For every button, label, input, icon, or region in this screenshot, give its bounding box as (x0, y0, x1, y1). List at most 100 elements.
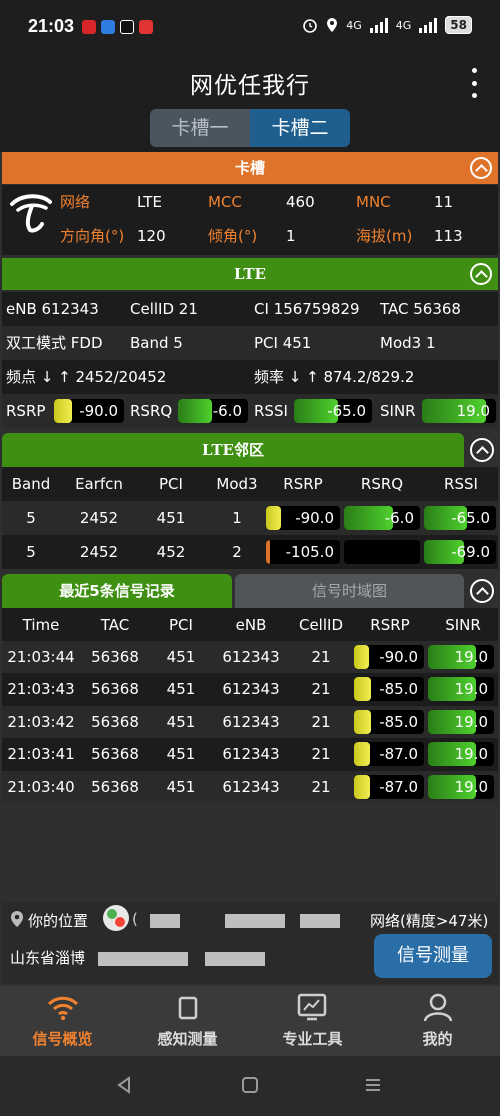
perception-icon (178, 996, 198, 1020)
record-rsrp-value: -87.0 (379, 745, 418, 764)
app-notification-icon (82, 20, 96, 34)
column-header: PCI (159, 475, 183, 493)
collapse-icon[interactable] (470, 438, 494, 462)
mnc-value: 11 (434, 193, 454, 211)
neighbor-pci: 452 (156, 543, 186, 561)
wifi-signal-icon (47, 996, 79, 1021)
nav-signal-overview[interactable]: 信号概览 (0, 986, 125, 1056)
record-sinr-value: 19.0 (454, 712, 488, 731)
recents-icon[interactable] (364, 1076, 382, 1094)
record-tac: 56368 (91, 680, 139, 699)
app-notification-icon (101, 20, 115, 34)
neighbor-earfcn: 2452 (79, 543, 119, 561)
record-rsrp-fill (354, 709, 371, 734)
neighbor-rssi-meter: -69.0 (424, 540, 496, 564)
nav-label: 感知测量 (157, 1030, 218, 1048)
record-cellid: 21 (311, 777, 331, 796)
tilt-value: 1 (286, 227, 296, 245)
record-tac: 56368 (91, 777, 139, 796)
record-cellid: 21 (311, 648, 331, 666)
record-rsrp-meter: -87.0 (354, 742, 424, 767)
system-nav-bar (0, 1056, 500, 1116)
tab-time-domain[interactable]: 信号时域图 (235, 574, 464, 608)
record-cellid: 21 (311, 680, 331, 699)
redacted-coordinates (225, 914, 285, 928)
network-label: 网络 (60, 193, 91, 211)
neighbor-rsrq-value: -6.0 (384, 509, 414, 527)
rsrp-label: RSRP (6, 402, 46, 420)
column-header: Band (11, 475, 51, 493)
record-rsrp-meter: -85.0 (354, 709, 424, 734)
column-header: eNB (235, 616, 267, 634)
record-pci: 451 (166, 712, 196, 731)
nav-label: 信号概览 (32, 1030, 93, 1048)
neighbor-rsrq-meter (344, 540, 420, 564)
tab-recent-records[interactable]: 最近5条信号记录 (2, 574, 232, 608)
neighbor-mod3: 1 (232, 509, 242, 527)
record-tac: 56368 (91, 712, 139, 731)
altitude-value: 113 (434, 227, 463, 245)
tac-value: TAC 56368 (380, 300, 461, 318)
redacted-address (98, 952, 188, 966)
sim-section-title: 卡槽 (234, 159, 265, 177)
record-rsrp-value: -85.0 (379, 680, 418, 699)
table-row: 21:03:40 56368 451 612343 21 -87.0 19.0 (2, 770, 498, 803)
neighbor-rsrp-fill (266, 506, 281, 530)
record-sinr-meter: 19.0 (428, 742, 494, 767)
record-sinr-value: 19.0 (454, 680, 488, 699)
neighbor-section-header[interactable]: LTE邻区 (2, 433, 464, 467)
neighbor-rssi-meter: -65.0 (424, 506, 496, 530)
collapse-icon[interactable] (470, 157, 492, 179)
neighbor-mod3: 2 (232, 543, 242, 561)
band-value: Band 5 (130, 334, 183, 352)
record-sinr-meter: 19.0 (428, 774, 494, 799)
record-tac: 56368 (91, 648, 139, 666)
nav-pro-tools[interactable]: 专业工具 (250, 986, 375, 1056)
collapse-icon[interactable] (470, 263, 492, 285)
record-time: 21:03:43 (7, 680, 75, 699)
freq-point-value: 频点 ↓ ↑ 2452/20452 (6, 368, 167, 386)
app-bar: 网优任我行 (0, 58, 500, 108)
neighbor-rsrp-value: -90.0 (295, 509, 334, 527)
pci-value: PCI 451 (254, 334, 312, 352)
user-icon (423, 993, 453, 1022)
tab-slot-1[interactable]: 卡槽一 (150, 109, 250, 147)
lte-section-title: LTE (234, 265, 266, 283)
record-rsrp-value: -85.0 (379, 712, 418, 731)
nav-me[interactable]: 我的 (375, 986, 500, 1056)
sim-section-header[interactable]: 卡槽 (2, 152, 498, 184)
record-sinr-value: 19.0 (454, 777, 488, 796)
table-row: 5 2452 452 2 -105.0 -69.0 (2, 535, 498, 569)
back-icon[interactable] (115, 1076, 133, 1094)
record-time: 21:03:42 (7, 712, 75, 731)
nav-perception-test[interactable]: 感知测量 (125, 986, 250, 1056)
record-time: 21:03:40 (7, 777, 75, 796)
column-header: RSSI (444, 475, 478, 493)
rsrq-meter-fill (178, 399, 212, 423)
record-pci: 451 (166, 777, 196, 796)
location-pin-icon (327, 18, 338, 32)
table-row: 21:03:43 56368 451 612343 21 -85.0 19.0 (2, 673, 498, 706)
collapse-icon[interactable] (470, 579, 494, 603)
sim-row-1: 网络 LTE MCC 460 MNC 11 (2, 185, 498, 219)
table-row: 5 2452 451 1 -90.0 -6.0 -65.0 (2, 501, 498, 535)
page-title: 网优任我行 (190, 73, 310, 99)
battery-icon: 58 (445, 16, 472, 34)
neighbor-band: 5 (26, 543, 36, 561)
mcc-value: 460 (286, 193, 315, 211)
neighbor-pci: 451 (156, 509, 186, 527)
lte-section-header[interactable]: LTE (2, 258, 498, 290)
record-enb: 612343 (222, 712, 280, 731)
home-icon[interactable] (241, 1076, 259, 1094)
more-menu-icon[interactable] (470, 68, 478, 98)
nav-label: 我的 (422, 1030, 453, 1048)
signal-measure-button[interactable]: 信号测量 (374, 934, 492, 978)
record-rsrp-fill (354, 774, 371, 799)
record-time: 21:03:41 (7, 745, 75, 764)
network-value: LTE (137, 193, 162, 211)
tab-slot-2[interactable]: 卡槽二 (250, 109, 350, 147)
duplex-value: 双工模式 FDD (6, 334, 103, 352)
network-type-2: 4G (395, 18, 412, 32)
record-sinr-meter: 19.0 (428, 645, 494, 669)
column-header: PCI (169, 616, 193, 634)
